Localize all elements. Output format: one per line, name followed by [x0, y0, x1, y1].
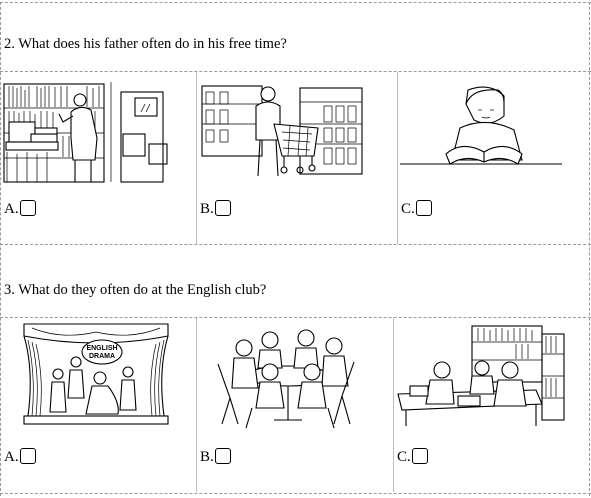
option-3a-checkbox[interactable] [19, 448, 36, 464]
question-2-grid-top [0, 71, 591, 72]
question-2-number: 2. [4, 36, 15, 52]
option-3a: A. [4, 448, 36, 466]
option-2b: B. [200, 200, 231, 218]
option-2a-checkbox[interactable] [19, 200, 36, 216]
option-2c-letter: C. [401, 201, 415, 217]
option-3c: C. [397, 448, 428, 466]
question-3-number: 3. [4, 282, 15, 298]
option-2b-letter: B. [200, 201, 214, 217]
option-3b-picture [208, 324, 360, 428]
question-2: 2. What does his father often do in his … [4, 36, 287, 53]
option-3a-letter: A. [4, 449, 19, 465]
top-border [0, 2, 591, 3]
grid-divider [397, 72, 398, 244]
grid-divider [196, 72, 197, 244]
option-2a-picture [3, 78, 171, 186]
question-2-text: What does his father often do in his fre… [18, 36, 287, 52]
option-3c-picture [396, 320, 570, 430]
option-2a: A. [4, 200, 36, 218]
question-3: 3. What do they often do at the English … [4, 282, 266, 299]
option-3b-checkbox[interactable] [214, 448, 231, 464]
option-2b-picture [200, 78, 364, 184]
option-3b-letter: B. [200, 449, 214, 465]
question-3-grid-top [0, 317, 591, 318]
option-2a-letter: A. [4, 201, 19, 217]
option-2c-picture [400, 84, 562, 176]
option-2b-checkbox[interactable] [214, 200, 231, 216]
question-2-grid-bottom [0, 244, 591, 245]
question-3-text: What do they often do at the English clu… [18, 282, 267, 298]
left-border [0, 2, 1, 496]
grid-divider [393, 318, 394, 492]
option-2c: C. [401, 200, 432, 218]
option-2c-checkbox[interactable] [415, 200, 432, 216]
question-3-grid-bottom [0, 493, 591, 494]
grid-divider [196, 318, 197, 492]
option-3c-checkbox[interactable] [411, 448, 428, 464]
english-drama-sign: ENGLISH DRAMA [86, 345, 118, 360]
right-border [589, 2, 590, 496]
option-3a-picture [22, 320, 170, 426]
option-3c-letter: C. [397, 449, 411, 465]
option-3b: B. [200, 448, 231, 466]
